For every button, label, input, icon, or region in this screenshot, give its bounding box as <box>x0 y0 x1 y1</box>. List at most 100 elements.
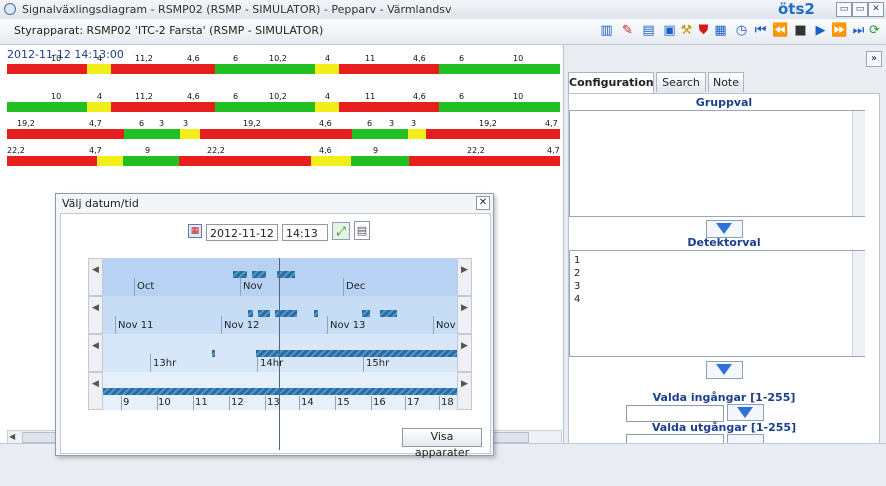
valda-ingangar-title: Valda ingångar [1-255] <box>652 391 796 404</box>
row-label: 6 <box>139 119 145 128</box>
timeline-event <box>380 310 397 317</box>
tab-search[interactable]: Search <box>656 72 706 92</box>
row-label: 4,7 <box>89 119 102 128</box>
tab-configuration[interactable]: Configuration <box>568 72 654 93</box>
date-input[interactable]: 2012-11-12 <box>206 224 278 241</box>
row-label: 19,2 <box>479 119 497 128</box>
arrow-down-icon <box>716 223 732 234</box>
controller-label: Styrapparat: RSMP02 'ITC-2 Farsta' (RSMP… <box>14 24 324 37</box>
detektorval-list[interactable]: 1 2 3 4 <box>569 250 865 357</box>
dialog-close-button[interactable]: ✕ <box>476 196 490 210</box>
row-label: 4,6 <box>413 54 426 63</box>
valda-ingangar-input[interactable] <box>626 405 724 422</box>
timeline-left-button[interactable]: ◀ <box>88 296 103 334</box>
timeline-event <box>248 310 253 317</box>
alarm-icon[interactable]: ⛊ <box>695 22 712 39</box>
tab-note[interactable]: Note <box>708 72 744 92</box>
gruppval-scrollbar[interactable] <box>852 111 865 216</box>
chart-icon[interactable]: ▥ <box>598 22 615 39</box>
rewind-icon[interactable]: ⏪ <box>772 22 789 39</box>
calendar-icon[interactable]: ▦ <box>188 224 202 238</box>
dialog-body: ▦ 2012-11-12 14:13 ⤢ ▤ ◀ Oct Nov Dec ▶ ◀… <box>60 213 491 459</box>
timeline-right-button[interactable]: ▶ <box>457 334 472 372</box>
row-label: 6 <box>233 54 239 63</box>
timeline-left-button[interactable]: ◀ <box>88 372 103 410</box>
pdf-icon[interactable]: ✎ <box>619 22 636 39</box>
app-icon <box>4 3 16 15</box>
timeline-event <box>362 310 370 317</box>
grid-icon[interactable]: ▦ <box>712 22 729 39</box>
day-tick: Nov <box>436 320 456 331</box>
refresh-icon[interactable]: ⟳ <box>866 22 883 39</box>
fast-forward-icon[interactable]: ⏩ <box>831 22 848 39</box>
scroll-left-icon[interactable]: ◀ <box>9 432 15 441</box>
detektor-item-2[interactable]: 2 <box>574 267 580 280</box>
timeline-event <box>256 350 457 357</box>
timeline-right-button[interactable]: ▶ <box>457 258 472 296</box>
timeline-event <box>314 310 318 317</box>
detektorval-scrollbar[interactable] <box>852 251 865 356</box>
detektor-item-1[interactable]: 1 <box>574 254 580 267</box>
clock-icon[interactable]: ◷ <box>733 22 750 39</box>
timeline-event <box>212 350 215 357</box>
signal-row-1 <box>7 64 560 74</box>
row-label: 4,6 <box>319 146 332 155</box>
timeline-cursor[interactable] <box>279 258 280 450</box>
valda-utgangar-title: Valda utgångar [1-255] <box>651 421 797 434</box>
signal-rows: 10 4 11,2 4,6 6 10,2 4 11 4,6 6 10 10 4 … <box>7 54 560 192</box>
month-tick: Oct <box>137 281 155 292</box>
time-input[interactable]: 14:13 <box>282 224 328 241</box>
minute-tick: 13 <box>267 397 280 408</box>
expand-icon[interactable]: ⤢ <box>332 222 350 240</box>
row-label: 3 <box>389 119 395 128</box>
diagram-timestamp: 2012-11-12 14:13:00 <box>7 48 124 61</box>
timeline-right-button[interactable]: ▶ <box>457 296 472 334</box>
skip-start-icon[interactable]: ⏮ <box>752 22 769 39</box>
timeline-band-hour: ◀ 13hr 14hr 15hr ▶ <box>88 334 472 372</box>
minute-tick: 9 <box>123 397 130 408</box>
maximize-button[interactable]: ▭ <box>852 2 868 17</box>
row-label: 22,2 <box>467 146 485 155</box>
timeline-widget[interactable]: ◀ Oct Nov Dec ▶ ◀ Nov 11 Nov 12 Nov 13 N… <box>88 258 472 450</box>
detektorval-move-button[interactable] <box>706 361 743 379</box>
minute-tick: 15 <box>337 397 350 408</box>
row-label: 6 <box>233 92 239 101</box>
dialog-title: Välj datum/tid <box>62 197 139 210</box>
valda-ingangar-button[interactable] <box>727 404 764 421</box>
row-label: 10 <box>51 54 62 63</box>
visa-apparater-button[interactable]: Visa apparater <box>402 428 482 459</box>
row-label: 3 <box>183 119 189 128</box>
arrow-down-icon <box>716 364 732 375</box>
day-tick: Nov 11 <box>118 320 154 331</box>
timeline-band-minute: ◀ 9 10 11 12 13 14 15 16 17 18 ▶ <box>88 372 472 410</box>
row-label: 10 <box>51 92 62 101</box>
monitor-icon[interactable]: ▣ <box>661 22 678 39</box>
timeline-left-button[interactable]: ◀ <box>88 334 103 372</box>
timeline-left-button[interactable]: ◀ <box>88 258 103 296</box>
gruppval-list[interactable] <box>569 110 865 217</box>
row-label: 4,6 <box>187 92 200 101</box>
minute-tick: 16 <box>373 397 386 408</box>
detektor-item-3[interactable]: 3 <box>574 280 580 293</box>
document-icon[interactable]: ▤ <box>354 221 370 240</box>
skip-end-icon[interactable]: ⏭ <box>850 22 867 39</box>
toolbar: Styrapparat: RSMP02 'ITC-2 Farsta' (RSMP… <box>0 19 886 45</box>
gruppval-title: Gruppval <box>695 96 753 109</box>
close-window-button[interactable]: ✕ <box>868 2 884 17</box>
timeline-right-button[interactable]: ▶ <box>457 372 472 410</box>
tools-icon[interactable]: ⚒ <box>678 22 695 39</box>
play-icon[interactable]: ▶ <box>812 22 829 39</box>
row-label: 9 <box>145 146 151 155</box>
row-label: 3 <box>159 119 165 128</box>
collapse-panel-button[interactable]: » <box>866 51 882 67</box>
arrow-down-icon <box>737 407 753 418</box>
row-label: 6 <box>459 92 465 101</box>
minimize-button[interactable]: ▭ <box>836 2 852 17</box>
hour-tick: 13hr <box>153 358 177 369</box>
stop-icon[interactable]: ■ <box>792 22 809 39</box>
detektor-item-4[interactable]: 4 <box>574 293 580 306</box>
export-icon[interactable]: ▤ <box>640 22 657 39</box>
timeline-event <box>103 388 457 395</box>
signal-row-3 <box>7 129 560 139</box>
timeline-band-month: ◀ Oct Nov Dec ▶ <box>88 258 472 296</box>
